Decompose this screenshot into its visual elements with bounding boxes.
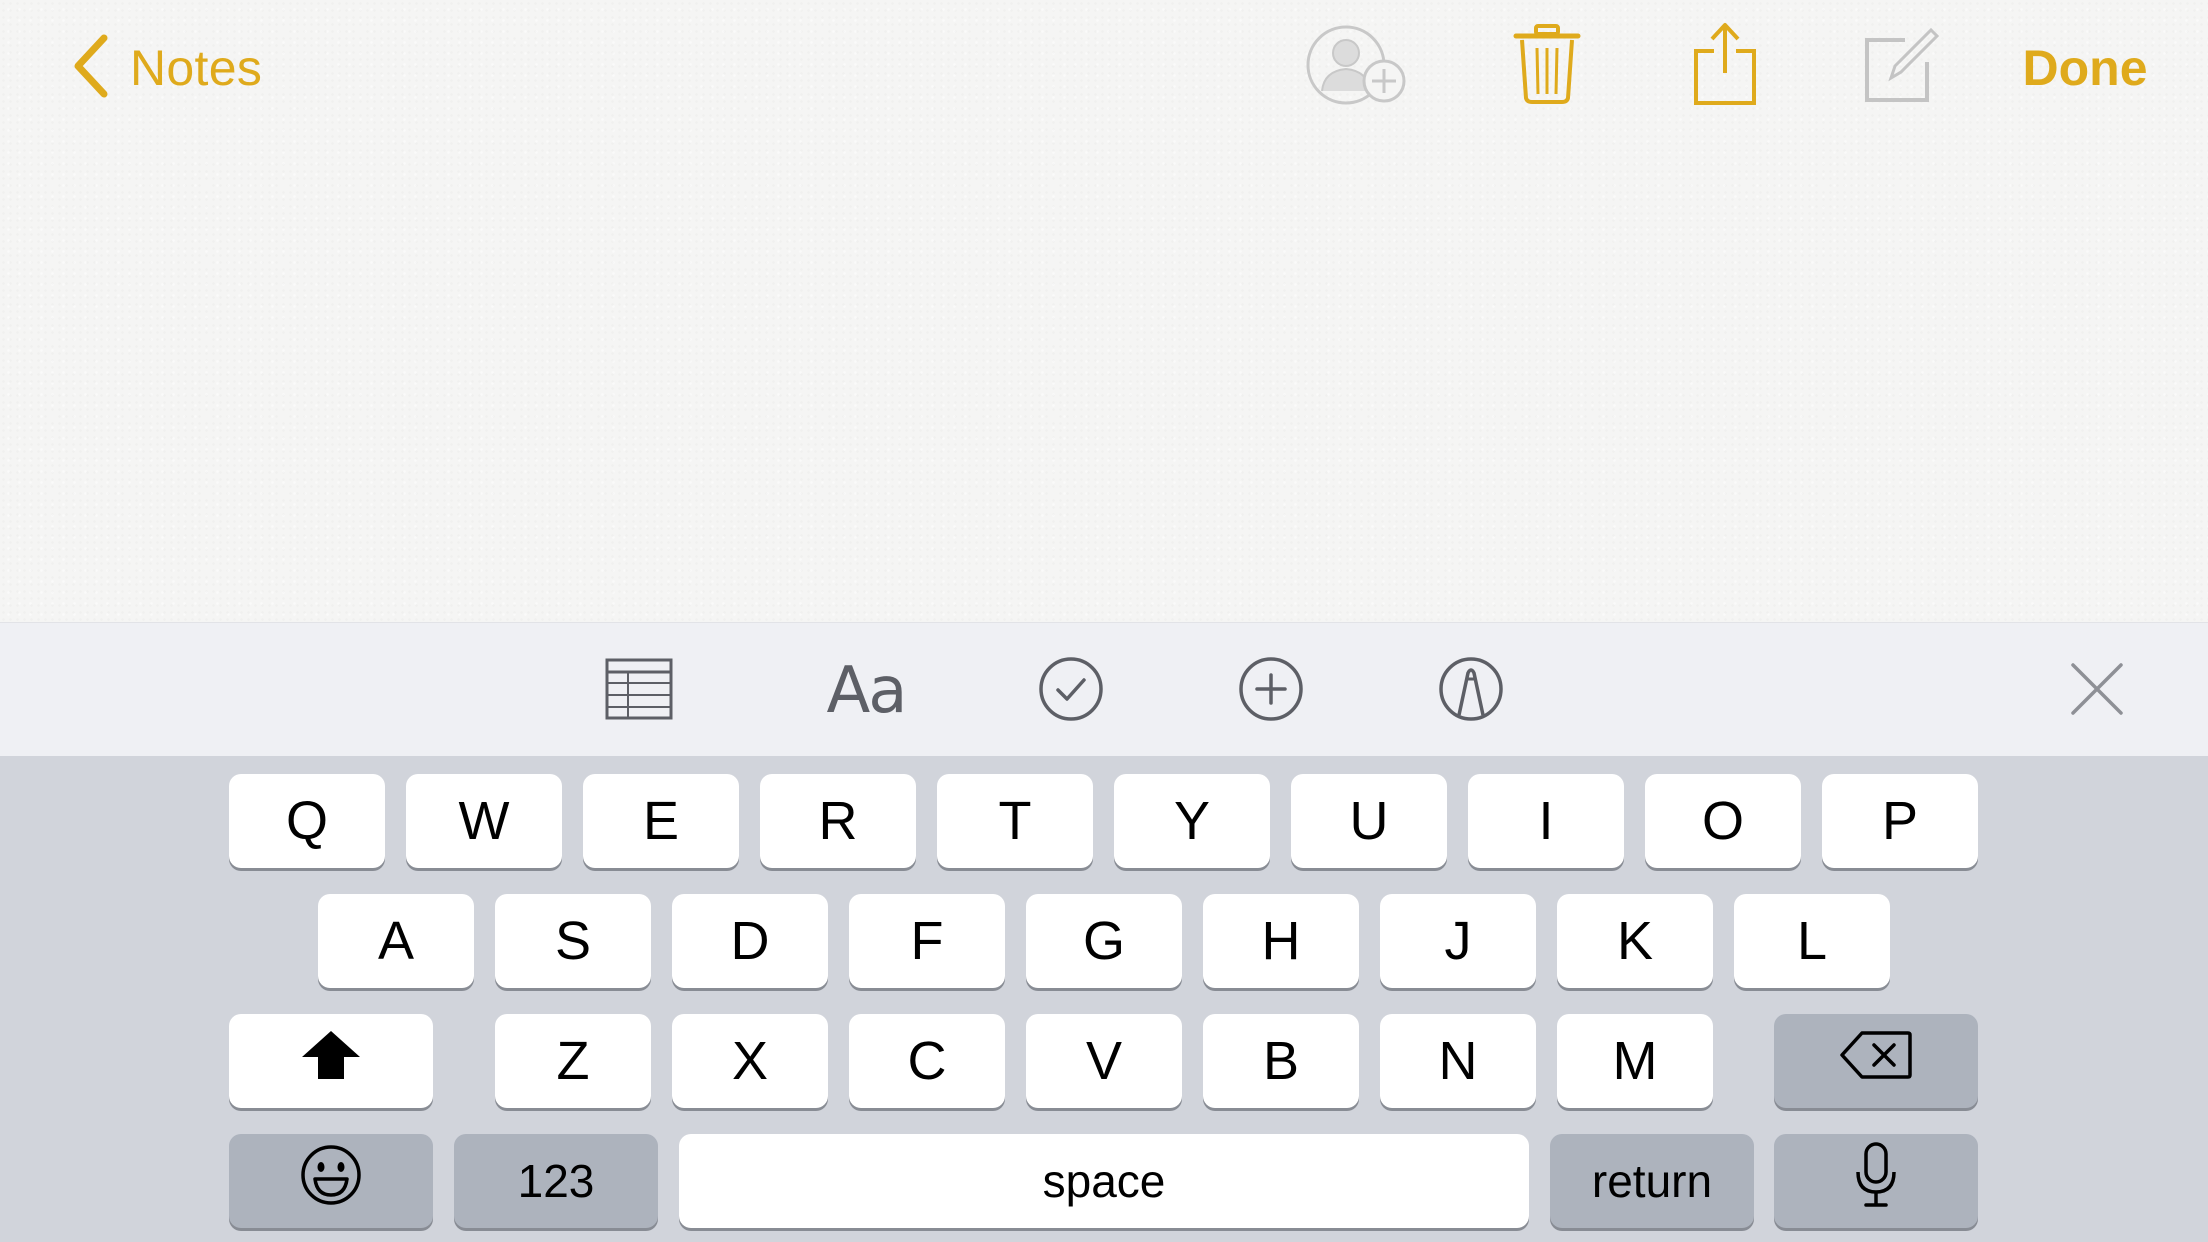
key-e[interactable]: E: [583, 774, 739, 868]
emoji-icon: [299, 1143, 363, 1220]
key-t[interactable]: T: [937, 774, 1093, 868]
markup-button[interactable]: [1421, 643, 1521, 739]
key-i[interactable]: I: [1468, 774, 1624, 868]
key-o[interactable]: O: [1645, 774, 1801, 868]
key-m[interactable]: M: [1557, 1014, 1713, 1108]
text-style-icon: Aa: [826, 654, 908, 728]
microphone-icon: [1854, 1141, 1898, 1221]
keyboard: Q W E R T Y U I O P A S D F G H J K L Z …: [0, 756, 2208, 1242]
key-y[interactable]: Y: [1114, 774, 1270, 868]
add-button[interactable]: [1221, 643, 1321, 739]
dictation-key[interactable]: [1774, 1134, 1978, 1228]
done-button[interactable]: Done: [2000, 28, 2170, 108]
add-people-icon: [1300, 19, 1410, 114]
back-button[interactable]: Notes: [72, 28, 262, 108]
format-toolbar: Aa: [0, 622, 2208, 757]
key-c[interactable]: C: [849, 1014, 1005, 1108]
delete-note-button[interactable]: [1492, 18, 1602, 114]
markup-icon: [1437, 655, 1505, 728]
note-area: Notes Done: [0, 0, 2208, 622]
chevron-left-icon: [72, 34, 110, 103]
compose-icon: [1861, 24, 1941, 109]
delete-key[interactable]: [1774, 1014, 1978, 1108]
checklist-button[interactable]: [1021, 643, 1121, 739]
key-d[interactable]: D: [672, 894, 828, 988]
navigation-bar: Notes Done: [0, 0, 2208, 135]
compose-button[interactable]: [1846, 18, 1956, 114]
share-icon: [1690, 21, 1760, 112]
key-b[interactable]: B: [1203, 1014, 1359, 1108]
key-q[interactable]: Q: [229, 774, 385, 868]
key-v[interactable]: V: [1026, 1014, 1182, 1108]
key-x[interactable]: X: [672, 1014, 828, 1108]
key-w[interactable]: W: [406, 774, 562, 868]
note-text-area[interactable]: [0, 135, 2208, 622]
key-j[interactable]: J: [1380, 894, 1536, 988]
key-s[interactable]: S: [495, 894, 651, 988]
back-label: Notes: [130, 40, 263, 96]
text-style-button[interactable]: Aa: [811, 643, 921, 739]
key-r[interactable]: R: [760, 774, 916, 868]
close-icon: [2069, 661, 2125, 722]
space-key[interactable]: space: [679, 1134, 1529, 1228]
numbers-key[interactable]: 123: [454, 1134, 658, 1228]
return-key[interactable]: return: [1550, 1134, 1754, 1228]
checklist-icon: [1037, 655, 1105, 728]
shift-icon: [300, 1029, 362, 1094]
key-p[interactable]: P: [1822, 774, 1978, 868]
key-u[interactable]: U: [1291, 774, 1447, 868]
notes-editor-screen: Notes Done Aa Q W E R T Y U I O P A S D …: [0, 0, 2208, 1242]
key-z[interactable]: Z: [495, 1014, 651, 1108]
emoji-key[interactable]: [229, 1134, 433, 1228]
close-toolbar-button[interactable]: [2047, 643, 2147, 739]
table-button[interactable]: [589, 643, 689, 739]
share-button[interactable]: [1670, 18, 1780, 114]
delete-icon: [1840, 1030, 1912, 1093]
key-l[interactable]: L: [1734, 894, 1890, 988]
key-a[interactable]: A: [318, 894, 474, 988]
trash-icon: [1512, 23, 1582, 109]
key-h[interactable]: H: [1203, 894, 1359, 988]
key-k[interactable]: K: [1557, 894, 1713, 988]
key-n[interactable]: N: [1380, 1014, 1536, 1108]
shift-key[interactable]: [229, 1014, 433, 1108]
add-people-button[interactable]: [1300, 18, 1410, 114]
table-icon: [604, 657, 674, 726]
key-g[interactable]: G: [1026, 894, 1182, 988]
add-icon: [1237, 655, 1305, 728]
key-f[interactable]: F: [849, 894, 1005, 988]
